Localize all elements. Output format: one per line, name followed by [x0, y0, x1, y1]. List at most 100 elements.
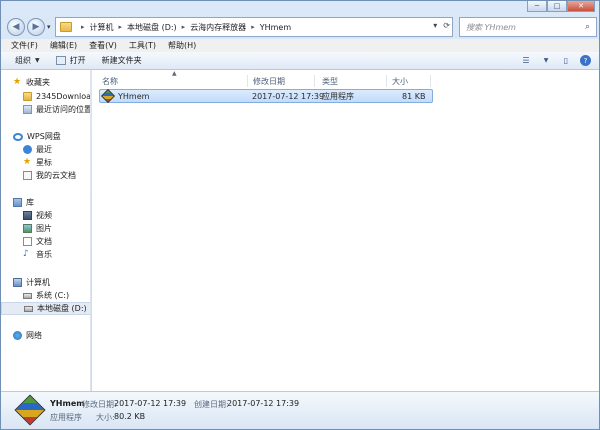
search-placeholder: 搜索 YHmem [466, 22, 516, 32]
menu-tools[interactable]: 工具(T) [129, 40, 156, 51]
open-label: 打开 [69, 56, 86, 65]
folder-icon [60, 22, 72, 32]
column-divider[interactable] [430, 75, 431, 87]
forward-arrow-icon: ▶ [32, 22, 40, 32]
organize-label: 组织 [15, 56, 31, 65]
drive-icon [23, 292, 32, 299]
crumb-sep-icon: ▸ [81, 23, 85, 31]
column-header-date[interactable]: 修改日期 [253, 75, 285, 87]
file-date: 2017-07-12 17:39 [252, 91, 325, 101]
picture-icon [23, 224, 32, 233]
nav-item-label: 视频 [36, 211, 52, 220]
column-divider[interactable] [314, 75, 315, 87]
nav-item-system-c[interactable]: 系统 (C:) [1, 289, 90, 302]
video-icon [23, 211, 32, 220]
details-size-label: 大小: [96, 413, 115, 422]
explorer-window: ─ □ ✕ ◀ ▶ ▾ ▸ 计算机 ▸ 本地磁盘 (D:) ▸ 云海内存释放器 … [0, 0, 600, 430]
new-folder-button[interactable]: 新建文件夹 [102, 55, 142, 66]
application-icon [100, 88, 116, 104]
nav-libraries[interactable]: 库 [1, 196, 90, 209]
network-icon [13, 331, 22, 340]
nav-item-recent-places[interactable]: 最近访问的位置 [1, 103, 90, 116]
new-folder-label: 新建文件夹 [101, 56, 142, 65]
nav-computer-label: 计算机 [26, 278, 50, 287]
column-divider[interactable] [386, 75, 387, 87]
organize-button[interactable]: 组织 ▼ [15, 55, 40, 66]
address-bar[interactable]: ▸ 计算机 ▸ 本地磁盘 (D:) ▸ 云海内存释放器 ▸ YHmem ▾ ⟳ [55, 17, 453, 37]
file-row[interactable]: YHmem 2017-07-12 17:39 应用程序 81 KB [99, 88, 433, 104]
document-icon [23, 171, 32, 180]
back-arrow-icon: ◀ [12, 22, 20, 32]
clock-icon [23, 145, 32, 154]
crumb-sep-icon: ▸ [181, 23, 186, 31]
details-created-label: 创建日期: [194, 400, 229, 409]
menu-file[interactable]: 文件(F) [11, 40, 38, 51]
nav-item-music[interactable]: ♪ 音乐 [1, 248, 90, 261]
folder-icon [23, 92, 32, 101]
nav-favorites[interactable]: ★ 收藏夹 [1, 76, 90, 89]
nav-network[interactable]: 网络 [1, 329, 90, 342]
menu-help[interactable]: 帮助(H) [168, 40, 196, 51]
nav-item-wps-my-docs[interactable]: 我的云文档 [1, 169, 90, 182]
file-name-cell: YHmem [100, 88, 150, 104]
column-divider[interactable] [247, 75, 248, 87]
change-view-icon[interactable]: ☰ [520, 55, 532, 66]
search-input[interactable]: 搜索 YHmem ⌕ [459, 17, 597, 37]
file-list: ▲ 名称 修改日期 类型 大小 YHmem 2017-07-12 17:39 应… [92, 70, 599, 391]
favorites-star-icon: ★ [13, 77, 22, 87]
address-row: ◀ ▶ ▾ ▸ 计算机 ▸ 本地磁盘 (D:) ▸ 云海内存释放器 ▸ YHme… [5, 5, 597, 37]
open-icon [55, 56, 66, 65]
nav-network-label: 网络 [26, 331, 42, 340]
nav-item-label: 音乐 [36, 250, 52, 259]
nav-item-pictures[interactable]: 图片 [1, 222, 90, 235]
nav-item-label: 星标 [36, 158, 52, 167]
nav-item-label: 文档 [36, 237, 52, 246]
search-icon: ⌕ [584, 22, 590, 32]
nav-item-label: 系统 (C:) [36, 291, 70, 300]
nav-libraries-label: 库 [26, 198, 34, 207]
application-icon [14, 394, 46, 426]
details-type: 应用程序 [50, 413, 82, 422]
breadcrumb-yhmem[interactable]: YHmem [260, 23, 291, 32]
sort-ascending-icon: ▲ [172, 70, 177, 77]
preview-pane-icon[interactable]: ▯ [560, 55, 572, 66]
back-button[interactable]: ◀ [7, 18, 25, 36]
nav-item-wps-recent[interactable]: 最近 [1, 143, 90, 156]
details-modified-label: 修改日期: [82, 400, 117, 409]
nav-item-label: 图片 [36, 224, 52, 233]
star-icon: ★ [23, 157, 32, 167]
column-header-type[interactable]: 类型 [322, 75, 338, 87]
details-modified-value: 2017-07-12 17:39 [114, 399, 187, 408]
details-size-value: 80.2 KB [114, 412, 146, 421]
nav-item-2345downloads[interactable]: 2345Downloads [1, 90, 90, 103]
refresh-icon[interactable]: ⟳ [443, 21, 450, 30]
address-dropdown-icon[interactable]: ▾ [433, 21, 437, 30]
menu-edit[interactable]: 编辑(E) [50, 40, 77, 51]
breadcrumb-app-folder[interactable]: 云海内存释放器 [190, 22, 246, 33]
nav-wps-cloud[interactable]: WPS网盘 [1, 130, 90, 143]
recent-places-icon [23, 105, 32, 114]
open-button[interactable]: 打开 [55, 55, 86, 66]
crumb-sep-icon: ▸ [251, 23, 255, 31]
view-dropdown-icon[interactable]: ▼ [540, 55, 552, 66]
crumb-sep-icon: ▸ [118, 23, 123, 31]
nav-item-wps-starred[interactable]: ★ 星标 [1, 156, 90, 169]
column-header-size[interactable]: 大小 [392, 75, 408, 87]
menu-view[interactable]: 查看(V) [89, 40, 117, 51]
nav-computer[interactable]: 计算机 [1, 276, 90, 289]
nav-item-local-disk-d[interactable]: 本地磁盘 (D:) [1, 302, 90, 315]
command-bar: 组织 ▼ 打开 新建文件夹 ☰ ▼ ▯ ? [1, 52, 599, 70]
breadcrumb-drive-d[interactable]: 本地磁盘 (D:) [127, 22, 177, 33]
file-name: YHmem [118, 91, 150, 101]
forward-button[interactable]: ▶ [27, 18, 45, 36]
breadcrumb-computer[interactable]: 计算机 [90, 22, 114, 33]
column-header-name[interactable]: 名称 [102, 75, 118, 87]
menu-bar: 文件(F) 编辑(E) 查看(V) 工具(T) 帮助(H) [1, 39, 599, 52]
navigation-pane: ★收藏夹 2345Downloads 最近访问的位置 WPS网盘 最近 ★星标 … [1, 70, 91, 391]
help-icon[interactable]: ? [580, 55, 591, 66]
recent-pages-dropdown-icon[interactable]: ▾ [47, 23, 51, 31]
nav-item-documents[interactable]: 文档 [1, 235, 90, 248]
nav-item-label: 最近 [36, 145, 52, 154]
details-name: YHmem [50, 399, 85, 408]
nav-item-videos[interactable]: 视频 [1, 209, 90, 222]
